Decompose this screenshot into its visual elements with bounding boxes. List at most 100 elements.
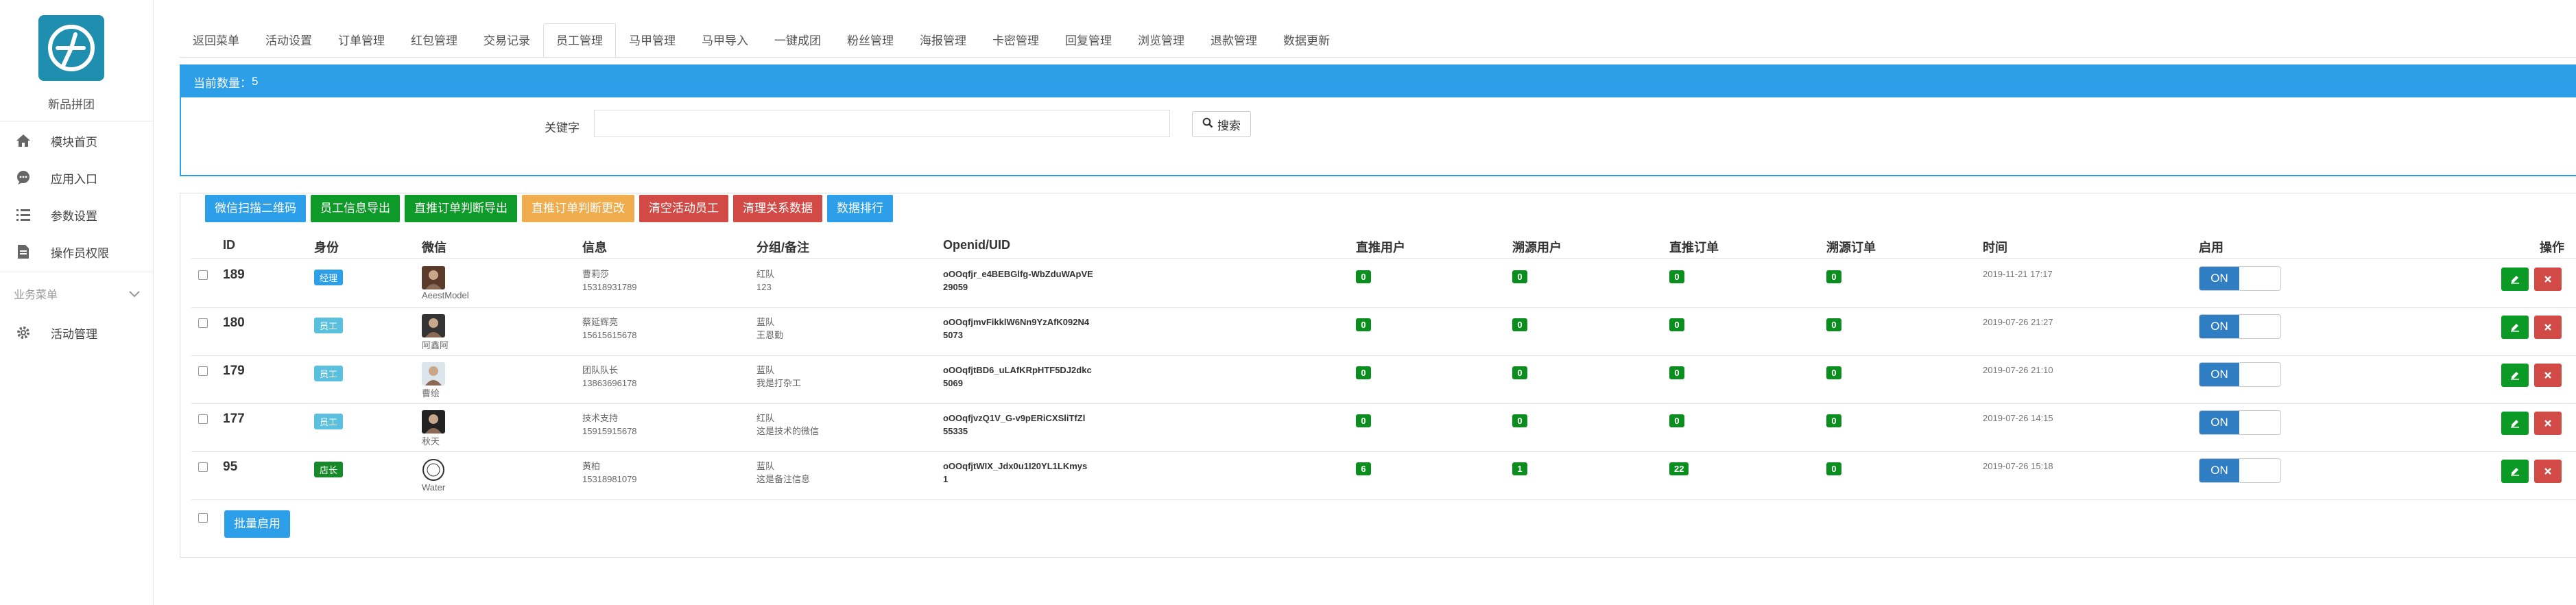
toolbar: 微信扫描二维码 员工信息导出 直推订单判断导出 直推订单判断更改 清空活动员工 清理关系数… — [205, 195, 893, 222]
tab-4[interactable]: 红包管理 — [398, 23, 470, 58]
row-id: 179 — [223, 364, 245, 378]
row-checkbox[interactable] — [198, 270, 208, 280]
remark: 我是打杂工 — [756, 378, 802, 388]
tab-2[interactable]: 活动设置 — [252, 23, 325, 58]
delete-button[interactable] — [2534, 412, 2562, 435]
row-checkbox[interactable] — [198, 414, 208, 424]
source-users-count: 0 — [1512, 366, 1527, 379]
direct-orders-count: 0 — [1669, 270, 1684, 283]
delete-button[interactable] — [2534, 316, 2562, 339]
tab-9[interactable]: 一键成团 — [761, 23, 834, 58]
remark: 这是技术的微信 — [756, 426, 820, 436]
sidebar-item-settings[interactable]: 参数设置 — [0, 199, 154, 230]
created-time: 2019-07-26 15:18 — [1983, 461, 2053, 471]
toolbar-button-6[interactable]: 清理关系数据 — [733, 195, 822, 222]
enable-toggle[interactable]: ON — [2199, 314, 2281, 339]
tab-13[interactable]: 回复管理 — [1052, 23, 1125, 58]
enable-toggle[interactable]: ON — [2199, 458, 2281, 483]
tab-6[interactable]: 员工管理 — [543, 23, 616, 58]
enable-toggle[interactable]: ON — [2199, 362, 2281, 387]
row-checkbox[interactable] — [198, 318, 208, 328]
uid: 5073 — [943, 330, 963, 340]
wechat-name: 阿鑫阿 — [422, 340, 449, 351]
role-badge: 员工 — [314, 366, 344, 381]
role-badge: 员工 — [314, 318, 344, 333]
tab-16[interactable]: 数据更新 — [1270, 23, 1343, 58]
delete-button[interactable] — [2534, 460, 2562, 483]
toolbar-button-3[interactable]: 直推订单判断导出 — [405, 195, 517, 222]
sidebar-group-label: 业务菜单 — [14, 289, 58, 301]
filter-panel: 当前数量： 5 关键字 搜索 — [180, 64, 2576, 176]
batch-enable-button[interactable]: 批量启用 — [224, 510, 290, 538]
tab-5[interactable]: 交易记录 — [470, 23, 543, 58]
uid: 5069 — [943, 378, 963, 388]
delete-button[interactable] — [2534, 268, 2562, 291]
delete-button[interactable] — [2534, 364, 2562, 387]
select-all-checkbox[interactable] — [198, 513, 208, 523]
tab-10[interactable]: 粉丝管理 — [834, 23, 907, 58]
direct-orders-count: 0 — [1669, 414, 1684, 427]
openid: oOOqfjr_e4BEBGlfg-WbZduWApVE — [943, 269, 1093, 279]
enable-toggle[interactable]: ON — [2199, 266, 2281, 291]
tab-14[interactable]: 浏览管理 — [1125, 23, 1197, 58]
toolbar-button-7[interactable]: 数据排行 — [827, 195, 893, 222]
chat-icon — [15, 169, 32, 186]
search-icon — [1202, 117, 1213, 132]
staff-phone: 13863696178 — [582, 378, 637, 388]
sidebar-item-activity[interactable]: 活动管理 — [0, 317, 154, 348]
edit-icon — [2511, 420, 2519, 428]
row-checkbox[interactable] — [198, 462, 208, 472]
source-orders-count: 0 — [1826, 318, 1841, 331]
document-icon — [15, 244, 32, 260]
toolbar-button-5[interactable]: 清空活动员工 — [639, 195, 728, 222]
close-icon — [2544, 372, 2551, 379]
direct-users-count: 6 — [1356, 462, 1371, 475]
toggle-on-label: ON — [2199, 411, 2239, 434]
direct-orders-count: 0 — [1669, 318, 1684, 331]
toggle-on-label: ON — [2199, 315, 2239, 338]
count-value: 5 — [252, 75, 259, 88]
tab-1[interactable]: 返回菜单 — [180, 23, 252, 58]
edit-button[interactable] — [2501, 412, 2529, 435]
tab-11[interactable]: 海报管理 — [907, 23, 979, 58]
group-name: 蓝队 — [756, 317, 775, 327]
keyword-input[interactable] — [594, 110, 1170, 137]
tab-7[interactable]: 马甲管理 — [616, 23, 689, 58]
staff-name: 黄柏 — [582, 461, 601, 471]
openid: oOOqfjtWIX_Jdx0u1I20YL1LKmys — [943, 461, 1088, 471]
toggle-on-label: ON — [2199, 363, 2239, 386]
search-button[interactable]: 搜索 — [1192, 111, 1251, 137]
openid: oOOqfjtBD6_uLAfKRpHTF5DJ2dkc — [943, 365, 1092, 375]
row-id: 177 — [223, 412, 245, 426]
source-orders-count: 0 — [1826, 414, 1841, 427]
row-checkbox[interactable] — [198, 366, 208, 376]
tab-15[interactable]: 退款管理 — [1197, 23, 1270, 58]
edit-button[interactable] — [2501, 316, 2529, 339]
sidebar-group-business[interactable]: 业务菜单 — [0, 280, 154, 307]
role-badge: 店长 — [314, 462, 344, 477]
sidebar-item-permissions[interactable]: 操作员权限 — [0, 236, 154, 268]
column-header: 信息 — [582, 241, 607, 254]
sidebar-item-entry[interactable]: 应用入口 — [0, 162, 154, 193]
enable-toggle[interactable]: ON — [2199, 410, 2281, 435]
sidebar-item-home[interactable]: 模块首页 — [0, 125, 154, 156]
edit-button[interactable] — [2501, 460, 2529, 483]
tab-8[interactable]: 马甲导入 — [689, 23, 761, 58]
toolbar-button-1[interactable]: 微信扫描二维码 — [205, 195, 306, 222]
edit-icon — [2511, 372, 2519, 380]
divider — [180, 57, 2576, 58]
tab-3[interactable]: 订单管理 — [325, 23, 398, 58]
edit-button[interactable] — [2501, 268, 2529, 291]
toolbar-button-4[interactable]: 直推订单判断更改 — [522, 195, 634, 222]
app-logo — [38, 15, 104, 81]
source-users-count: 1 — [1512, 462, 1527, 475]
column-header: 微信 — [422, 241, 446, 254]
source-users-count: 0 — [1512, 414, 1527, 427]
tab-12[interactable]: 卡密管理 — [979, 23, 1052, 58]
keyword-label: 关键字 — [545, 121, 580, 134]
avatar — [422, 314, 445, 337]
table-row: 95 店长 Water 黄柏 15318981079 蓝队 这是备注信息 oOOqfjtWIX… — [180, 451, 2576, 499]
toolbar-button-2[interactable]: 员工信息导出 — [311, 195, 400, 222]
edit-button[interactable] — [2501, 364, 2529, 387]
source-users-count: 0 — [1512, 318, 1527, 331]
